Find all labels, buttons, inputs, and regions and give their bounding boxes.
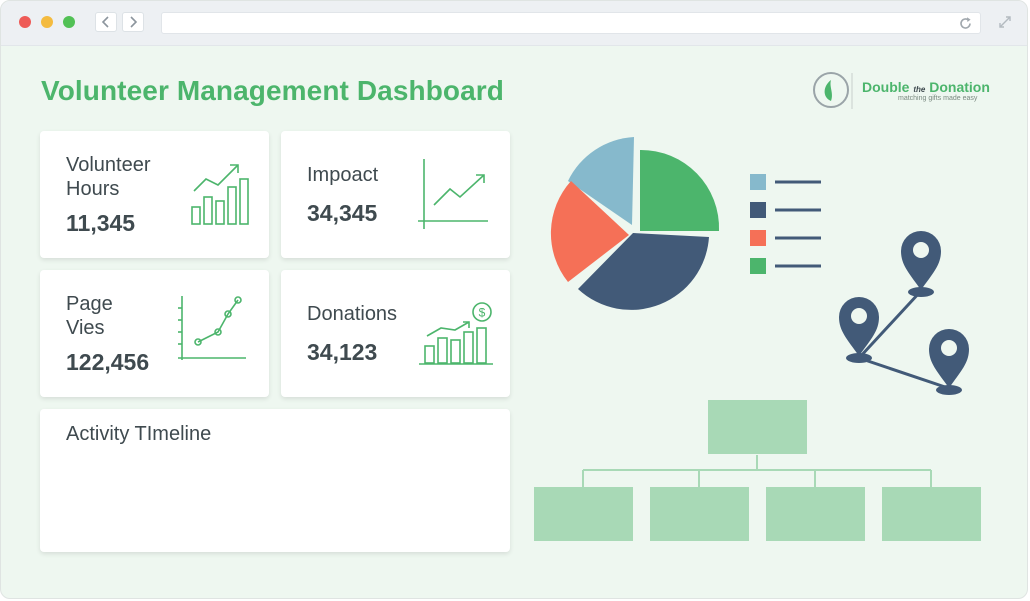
org-chart-illustration: [534, 400, 981, 541]
card-value: 34,123: [307, 339, 378, 365]
brand-name: Double the Donation: [862, 79, 990, 95]
card-value: 11,345: [66, 210, 136, 236]
map-pin-icon: [839, 297, 879, 363]
close-window-button[interactable]: [19, 16, 31, 28]
pie-legend: [750, 174, 821, 274]
timeline-title: Activity TImeline: [66, 423, 212, 445]
pie-chart-illustration: [550, 137, 720, 310]
card-label: Volunteer Hours: [66, 154, 151, 200]
org-node-child: [650, 487, 749, 541]
browser-window: Volunteer Management Dashboard Double th…: [0, 0, 1028, 599]
brand-logo[interactable]: Double the Donation matching gifts made …: [812, 71, 997, 111]
org-node-child: [882, 487, 981, 541]
forward-button[interactable]: [122, 12, 144, 32]
pie-slice-green: [640, 149, 720, 231]
chevron-right-icon: [130, 16, 138, 28]
org-node-root: [708, 400, 807, 454]
address-bar[interactable]: [161, 12, 981, 34]
page-views-card[interactable]: Page Vies 122,456: [40, 270, 269, 397]
card-label: Impoact: [307, 164, 379, 186]
page-title: Volunteer Management Dashboard: [41, 75, 505, 106]
card-label: Page Vies: [66, 293, 113, 339]
browser-toolbar: [1, 1, 1027, 46]
chevron-left-icon: [101, 16, 109, 28]
activity-timeline-panel[interactable]: Activity TImeline: [40, 409, 510, 552]
card-label: Donations: [307, 303, 398, 325]
card-value: 34,345: [307, 200, 378, 226]
maximize-window-button[interactable]: [63, 16, 75, 28]
impact-card[interactable]: Impoact 34,345: [281, 131, 510, 258]
org-node-child: [534, 487, 633, 541]
minimize-window-button[interactable]: [41, 16, 53, 28]
line-chart-up-icon: [418, 159, 488, 229]
card-value: 122,456: [66, 349, 150, 375]
bar-chart-up-icon: [191, 164, 249, 225]
leaf-logo-icon: [813, 72, 853, 109]
org-node-child: [766, 487, 865, 541]
map-pin-icon: [901, 231, 941, 297]
scatter-line-icon: [178, 296, 246, 360]
donations-card[interactable]: Donations 34,123 $: [281, 270, 510, 397]
back-button[interactable]: [95, 12, 117, 32]
map-pins-illustration: [839, 231, 969, 395]
dollar-bar-chart-icon: $: [419, 302, 493, 365]
fullscreen-icon[interactable]: [997, 14, 1013, 30]
reload-icon[interactable]: [958, 16, 973, 31]
svg-text:$: $: [479, 306, 486, 320]
brand-tagline: matching gifts made easy: [898, 95, 978, 102]
volunteer-hours-card[interactable]: Volunteer Hours 11,345: [40, 131, 269, 258]
